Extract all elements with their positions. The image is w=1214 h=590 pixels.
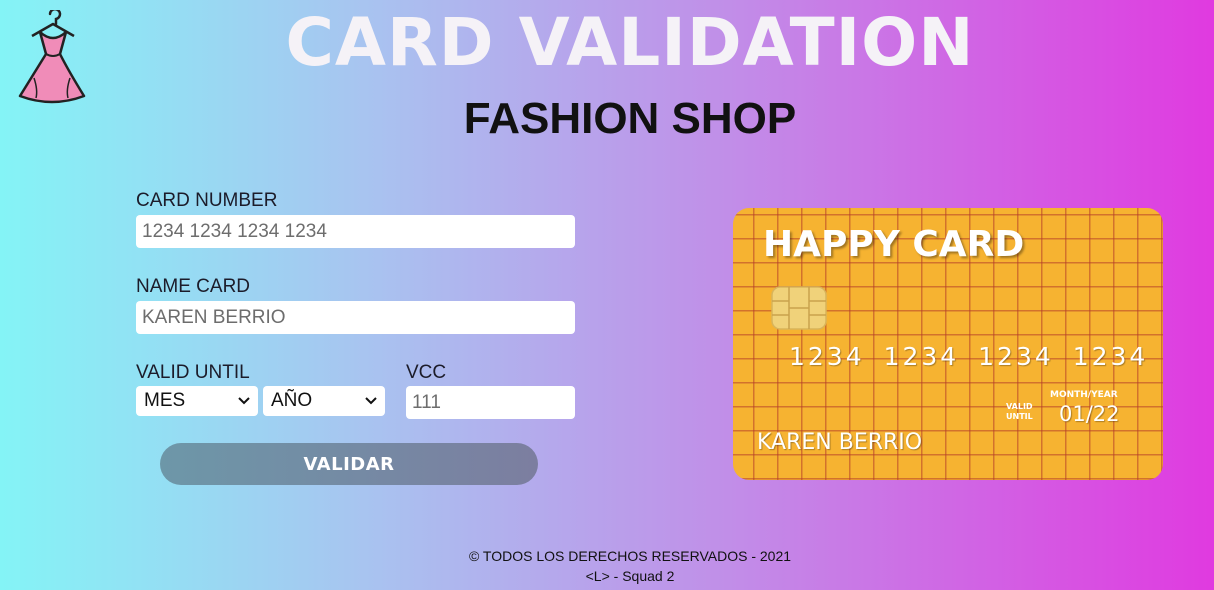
chevron-down-icon <box>365 397 377 405</box>
card-brand: HAPPY CARD <box>763 224 1025 265</box>
name-card-label: NAME CARD <box>136 276 251 297</box>
month-select[interactable]: MES <box>136 386 258 416</box>
page-title: CARD VALIDATION <box>285 4 975 81</box>
name-card-input[interactable]: KAREN BERRIO <box>136 301 575 334</box>
card-preview: HAPPY CARD 1234 1234 1234 1234 MONTH/YEA… <box>733 208 1163 480</box>
name-card-value: KAREN BERRIO <box>142 306 286 328</box>
expiry-display: 01/22 <box>1059 402 1120 426</box>
vcc-label: VCC <box>406 362 447 383</box>
card-number-label: CARD NUMBER <box>136 190 278 211</box>
valid-until-caption: VALID UNTIL <box>1006 402 1033 421</box>
month-select-value: MES <box>144 390 186 411</box>
vcc-input[interactable]: 111 <box>406 386 575 419</box>
validate-button[interactable]: VALIDAR <box>160 443 538 485</box>
chevron-down-icon <box>238 397 250 405</box>
credit-text: <L> - Squad 2 <box>585 568 675 584</box>
valid-until-label: VALID UNTIL <box>136 362 250 383</box>
validate-button-label: VALIDAR <box>303 453 395 475</box>
month-year-caption: MONTH/YEAR <box>1050 390 1118 400</box>
year-select[interactable]: AÑO <box>263 386 385 416</box>
vcc-placeholder: 111 <box>412 391 441 413</box>
card-number-input[interactable]: 1234 1234 1234 1234 <box>136 215 575 248</box>
card-number-placeholder: 1234 1234 1234 1234 <box>142 220 327 242</box>
year-select-value: AÑO <box>271 390 313 411</box>
footer: © TODOS LOS DERECHOS RESERVADOS - 2021 <… <box>0 546 1214 586</box>
copyright-text: © TODOS LOS DERECHOS RESERVADOS - 2021 <box>468 548 792 564</box>
chip-icon <box>771 286 827 330</box>
page-subtitle: FASHION SHOP <box>463 94 797 143</box>
card-number-display: 1234 1234 1234 1234 <box>789 342 1149 371</box>
card-holder-display: KAREN BERRIO <box>757 430 923 455</box>
